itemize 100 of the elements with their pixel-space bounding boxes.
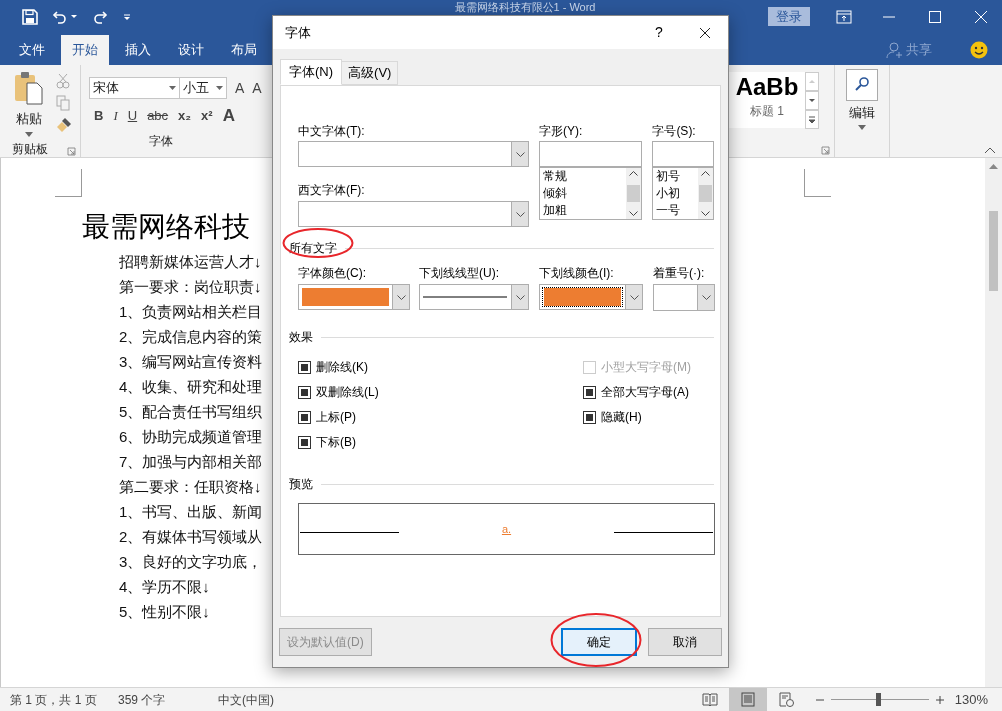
italic-button[interactable]: I xyxy=(113,108,118,124)
list-box[interactable]: 常规 倾斜 加粗 xyxy=(539,167,643,220)
zoom-slider[interactable] xyxy=(830,693,929,706)
list-item[interactable]: 常规 xyxy=(543,168,627,185)
list-item[interactable]: 加粗 xyxy=(543,202,627,219)
underline-style-dropdown[interactable] xyxy=(419,284,529,310)
list-item[interactable]: 初号 xyxy=(656,168,698,185)
underline-color-dropdown[interactable] xyxy=(539,284,643,310)
plus-icon xyxy=(934,694,945,705)
document-line: 第二要求：任职资格↓ xyxy=(119,477,262,497)
font-color-dropdown[interactable] xyxy=(298,284,410,310)
checkbox[interactable] xyxy=(298,435,311,449)
vertical-scrollbar[interactable] xyxy=(985,158,1002,687)
dialog-title: 字体 xyxy=(285,23,312,42)
list-item[interactable]: 一号 xyxy=(656,202,698,219)
ribbon-display-icon[interactable] xyxy=(836,9,852,24)
checkbox[interactable] xyxy=(298,410,311,424)
text-field[interactable] xyxy=(652,141,714,167)
list-scrollbar[interactable] xyxy=(698,168,713,219)
ribbon-tab[interactable]: 设计 xyxy=(167,35,215,65)
scroll-up-icon xyxy=(989,163,998,169)
strikethrough-button[interactable]: abc xyxy=(147,108,169,124)
margin-mark xyxy=(804,169,831,197)
maximize-icon[interactable] xyxy=(928,9,942,24)
bold-button[interactable]: B xyxy=(94,108,104,124)
chevron-up-icon xyxy=(629,171,639,176)
dialog-tab[interactable]: 高级(V) xyxy=(342,61,399,85)
close-icon[interactable] xyxy=(974,9,988,24)
list-scrollbar[interactable] xyxy=(626,168,642,219)
field-label: 下划线颜色(I): xyxy=(539,266,615,280)
paste-button[interactable]: 粘贴 xyxy=(16,111,42,127)
paste-icon[interactable] xyxy=(13,71,45,105)
dialog-tab[interactable]: 字体(N) xyxy=(280,59,343,85)
window-title: 最需网络科技有限公1 - Word xyxy=(454,1,596,14)
chinese-font-dropdown[interactable] xyxy=(298,141,529,167)
document-line: 3、编写网站宣传资料 xyxy=(119,352,263,372)
emphasis-dropdown[interactable] xyxy=(653,284,715,311)
brush-icon[interactable] xyxy=(56,117,72,133)
ribbon-tab[interactable]: 插入 xyxy=(114,35,162,65)
close-icon xyxy=(699,26,711,39)
underline-button[interactable]: U xyxy=(127,108,138,124)
margin-mark xyxy=(55,169,82,197)
checkbox[interactable] xyxy=(583,385,596,399)
scrollbar-thumb[interactable] xyxy=(989,211,998,291)
zoom-level[interactable]: 130% xyxy=(954,689,988,710)
collapse-ribbon-icon[interactable] xyxy=(984,147,996,154)
chevron-down-icon xyxy=(629,294,639,300)
gallery-more-icon[interactable] xyxy=(805,110,819,129)
cancel-button[interactable]: 取消 xyxy=(648,628,722,656)
sign-in-button[interactable]: 登录 xyxy=(768,7,810,26)
copy-icon[interactable] xyxy=(56,95,70,111)
document-line: 5、性别不限↓ xyxy=(119,602,210,622)
checkbox[interactable] xyxy=(298,385,311,399)
checkbox[interactable] xyxy=(583,410,596,424)
editing-button[interactable]: 编辑 xyxy=(849,105,875,121)
checkbox[interactable] xyxy=(298,360,311,374)
document-line: 第一要求：岗位职责↓ xyxy=(119,277,262,297)
subscript-button[interactable]: x₂ xyxy=(178,108,192,124)
chevron-down-icon xyxy=(701,211,710,216)
ribbon-tab[interactable]: 文件 xyxy=(8,35,56,65)
document-line: 5、配合责任书写组织 xyxy=(119,402,263,422)
scrollbar-thumb[interactable] xyxy=(699,185,712,202)
font-size-field[interactable]: 小五 xyxy=(180,77,227,99)
list-item[interactable]: 小初 xyxy=(656,185,698,202)
language-indicator[interactable]: 中文(中国) xyxy=(218,690,274,709)
search-icon[interactable] xyxy=(846,69,878,101)
grow-font-button[interactable]: A xyxy=(235,77,245,99)
shrink-font-button[interactable]: A xyxy=(252,77,262,99)
field-label: 字体颜色(C): xyxy=(298,266,367,280)
help-button[interactable]: ? xyxy=(636,16,682,49)
scrollbar-thumb[interactable] xyxy=(627,185,641,202)
view-button[interactable] xyxy=(728,688,767,711)
checkbox-label: 下标(B) xyxy=(316,434,356,450)
person-add-icon[interactable] xyxy=(886,41,904,59)
chevron-up-icon xyxy=(701,171,710,176)
ribbon-tab[interactable]: 开始 xyxy=(61,35,109,65)
style-gallery-item[interactable]: AaBb 标题 1 xyxy=(729,72,805,128)
font-name-field[interactable]: 宋体 xyxy=(89,77,180,99)
document-line: 7、加强与内部相关部 xyxy=(119,452,263,472)
superscript-button[interactable]: x² xyxy=(201,108,213,124)
chevron-down-icon xyxy=(515,211,525,217)
checkbox-label: 小型大写字母(M) xyxy=(601,359,691,375)
scissors-icon[interactable] xyxy=(56,73,70,89)
list-box[interactable]: 初号 小初 一号 xyxy=(652,167,714,220)
dialog-launcher-icon[interactable] xyxy=(821,146,830,155)
text-field[interactable] xyxy=(539,141,643,167)
text-effect-button[interactable]: A xyxy=(222,108,235,124)
customize-caret-icon xyxy=(122,12,132,22)
western-font-dropdown[interactable] xyxy=(298,201,529,227)
list-item[interactable]: 倾斜 xyxy=(543,185,627,202)
save-icon xyxy=(22,9,38,25)
ok-button[interactable]: 确定 xyxy=(561,628,637,656)
slider-thumb[interactable] xyxy=(875,693,881,706)
scroll-down-icon[interactable] xyxy=(805,91,819,110)
ribbon-tab[interactable]: 布局 xyxy=(220,35,268,65)
dialog-launcher-icon[interactable] xyxy=(67,147,76,156)
field-label: 下划线线型(U): xyxy=(419,266,500,280)
smiley-icon[interactable] xyxy=(970,41,988,59)
zoom-in-button[interactable] xyxy=(934,694,945,705)
chevron-down-icon xyxy=(629,211,639,216)
